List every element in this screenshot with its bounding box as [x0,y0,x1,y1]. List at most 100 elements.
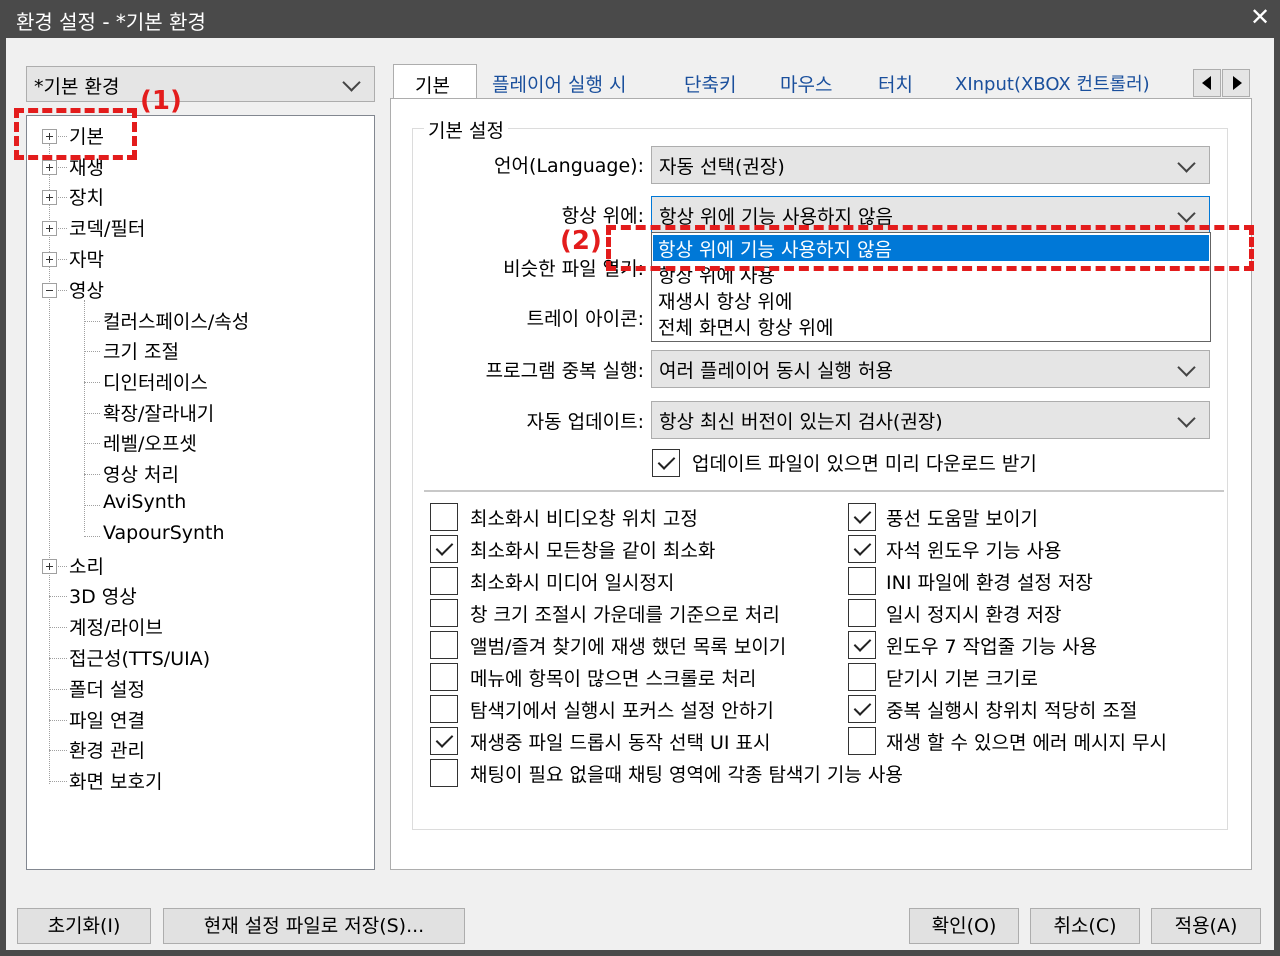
settings-tree[interactable]: 기본 재생 장치 코덱/필터 자막 영상 컬러스페이스/속성 크기 조절 디인터레이스 확장/잘라… [26,115,375,870]
tray-icon-label: 트레이 아이콘: [526,308,644,330]
tree-item[interactable]: 디인터레이스 [103,368,208,395]
multi-instance-label: 프로그램 중복 실행: [485,360,644,382]
tree-guide-line [49,627,67,628]
dropdown-option[interactable]: 재생시 항상 위에 [653,287,1209,313]
tree-item[interactable]: 접근성(TTS/UIA) [69,644,210,671]
tree-item[interactable]: 소리 [69,552,104,579]
chevron-down-icon [1177,204,1196,223]
annotation-box-1 [14,108,137,160]
window-border-right [1274,38,1280,956]
expand-icon[interactable] [42,160,57,175]
option-checkbox[interactable] [430,631,458,659]
auto-update-value: 항상 최신 버전이 있는지 검사(권장) [659,411,943,433]
annotation-label-2: (2) [560,226,602,256]
option-checkbox[interactable] [430,695,458,723]
language-value: 자동 선택(권장) [659,156,785,178]
tree-item[interactable]: 영상 [69,276,104,303]
tree-guide-line [49,689,67,690]
tree-item[interactable]: 폴더 설정 [69,675,145,702]
option-checkbox[interactable] [848,567,876,595]
multi-instance-select[interactable]: 여러 플레이어 동시 실행 허용 [651,350,1210,388]
tab-xinput[interactable]: XInput(XBOX 컨트롤러) [955,70,1150,96]
arrow-right-icon [1233,76,1242,90]
tree-item[interactable]: 계정/라이브 [69,613,163,640]
option-checkbox[interactable] [848,727,876,755]
option-checkbox[interactable] [430,567,458,595]
preset-value: *기본 환경 [34,76,120,98]
collapse-icon[interactable] [42,283,57,298]
tree-item[interactable]: 영상 처리 [103,460,179,487]
auto-update-select[interactable]: 항상 최신 버전이 있는지 검사(권장) [651,401,1210,439]
tree-guide-line [49,781,67,782]
language-select[interactable]: 자동 선택(권장) [651,146,1210,184]
tree-item[interactable]: 화면 보호기 [69,767,162,794]
option-checkbox[interactable] [848,535,876,563]
cancel-button[interactable]: 취소(C) [1030,908,1140,944]
expand-icon[interactable] [42,559,57,574]
tree-item[interactable]: 코덱/필터 [69,214,145,241]
option-checkbox[interactable] [848,503,876,531]
dropdown-option[interactable]: 전체 화면시 항상 위에 [653,313,1209,339]
tree-guide-line [84,382,100,383]
close-icon[interactable]: ✕ [1250,3,1270,31]
tab-basic[interactable]: 기본 [393,64,477,101]
tree-guide-line [49,720,67,721]
expand-icon[interactable] [42,252,57,267]
option-checkbox[interactable] [430,663,458,691]
tree-item[interactable]: 자막 [69,245,104,272]
option-checkbox[interactable] [848,663,876,691]
tree-item[interactable]: VapourSynth [103,522,225,544]
option-checkbox[interactable] [848,631,876,659]
tree-item[interactable]: 장치 [69,183,104,210]
auto-update-label: 자동 업데이트: [526,411,644,433]
expand-icon[interactable] [42,221,57,236]
option-checkbox[interactable] [848,599,876,627]
tree-guide-line [49,144,50,784]
apply-button[interactable]: 적용(A) [1151,908,1261,944]
tab-scroll-left-button[interactable] [1193,69,1221,97]
option-checkbox[interactable] [430,599,458,627]
tree-item[interactable]: 레벨/오프셋 [103,429,197,456]
chevron-down-icon [1177,154,1196,173]
option-checkbox[interactable] [430,759,458,787]
tree-guide-line [84,505,100,506]
tab-player-start[interactable]: 플레이어 실행 시 [492,70,626,97]
tree-item[interactable]: 환경 관리 [69,736,145,763]
option-checkbox[interactable] [430,503,458,531]
tree-item[interactable]: 컬러스페이스/속성 [103,307,249,334]
always-on-top-label: 항상 위에: [561,205,644,227]
option-label: 자석 윈도우 기능 사용 [886,540,1062,562]
language-label: 언어(Language): [494,155,644,177]
tab-shortcuts[interactable]: 단축키 [684,70,736,97]
annotation-box-2 [606,225,1254,271]
tree-item[interactable]: 확장/잘라내기 [103,399,214,426]
option-label: 채팅이 필요 없을때 채팅 영역에 각종 탐색기 기능 사용 [470,764,903,786]
option-label: 재생중 파일 드롭시 동작 선택 UI 표시 [470,732,771,754]
tab-mouse[interactable]: 마우스 [780,70,832,97]
option-label: 앨범/즐겨 찾기에 재생 했던 목록 보이기 [470,636,787,658]
tab-scroll-right-button[interactable] [1222,69,1250,97]
tree-item[interactable]: 3D 영상 [69,582,137,609]
predownload-label: 업데이트 파일이 있으면 미리 다운로드 받기 [692,453,1037,475]
tree-item[interactable]: 크기 조절 [103,337,179,364]
ok-button[interactable]: 확인(O) [909,908,1019,944]
save-settings-file-button[interactable]: 현재 설정 파일로 저장(S)... [163,908,465,944]
option-checkbox[interactable] [848,695,876,723]
option-checkbox[interactable] [430,727,458,755]
tree-item[interactable]: 파일 연결 [69,706,145,733]
tree-item[interactable]: AviSynth [103,491,186,513]
option-checkbox[interactable] [430,535,458,563]
tree-guide-line [49,658,67,659]
preset-select[interactable]: *기본 환경 [26,66,375,102]
tab-touch[interactable]: 터치 [878,70,913,97]
separator [424,490,1224,492]
predownload-checkbox[interactable] [652,449,680,477]
option-label: 재생 할 수 있으면 에러 메시지 무시 [886,732,1167,754]
reset-button[interactable]: 초기화(I) [17,908,151,944]
expand-icon[interactable] [42,190,57,205]
window-border-bottom [0,950,1280,956]
option-label: 탐색기에서 실행시 포커스 설정 안하기 [470,700,774,722]
option-label: 일시 정지시 환경 저장 [886,604,1062,626]
title-bar: 환경 설정 - *기본 환경 ✕ [0,0,1280,38]
tree-guide-line [84,413,100,414]
